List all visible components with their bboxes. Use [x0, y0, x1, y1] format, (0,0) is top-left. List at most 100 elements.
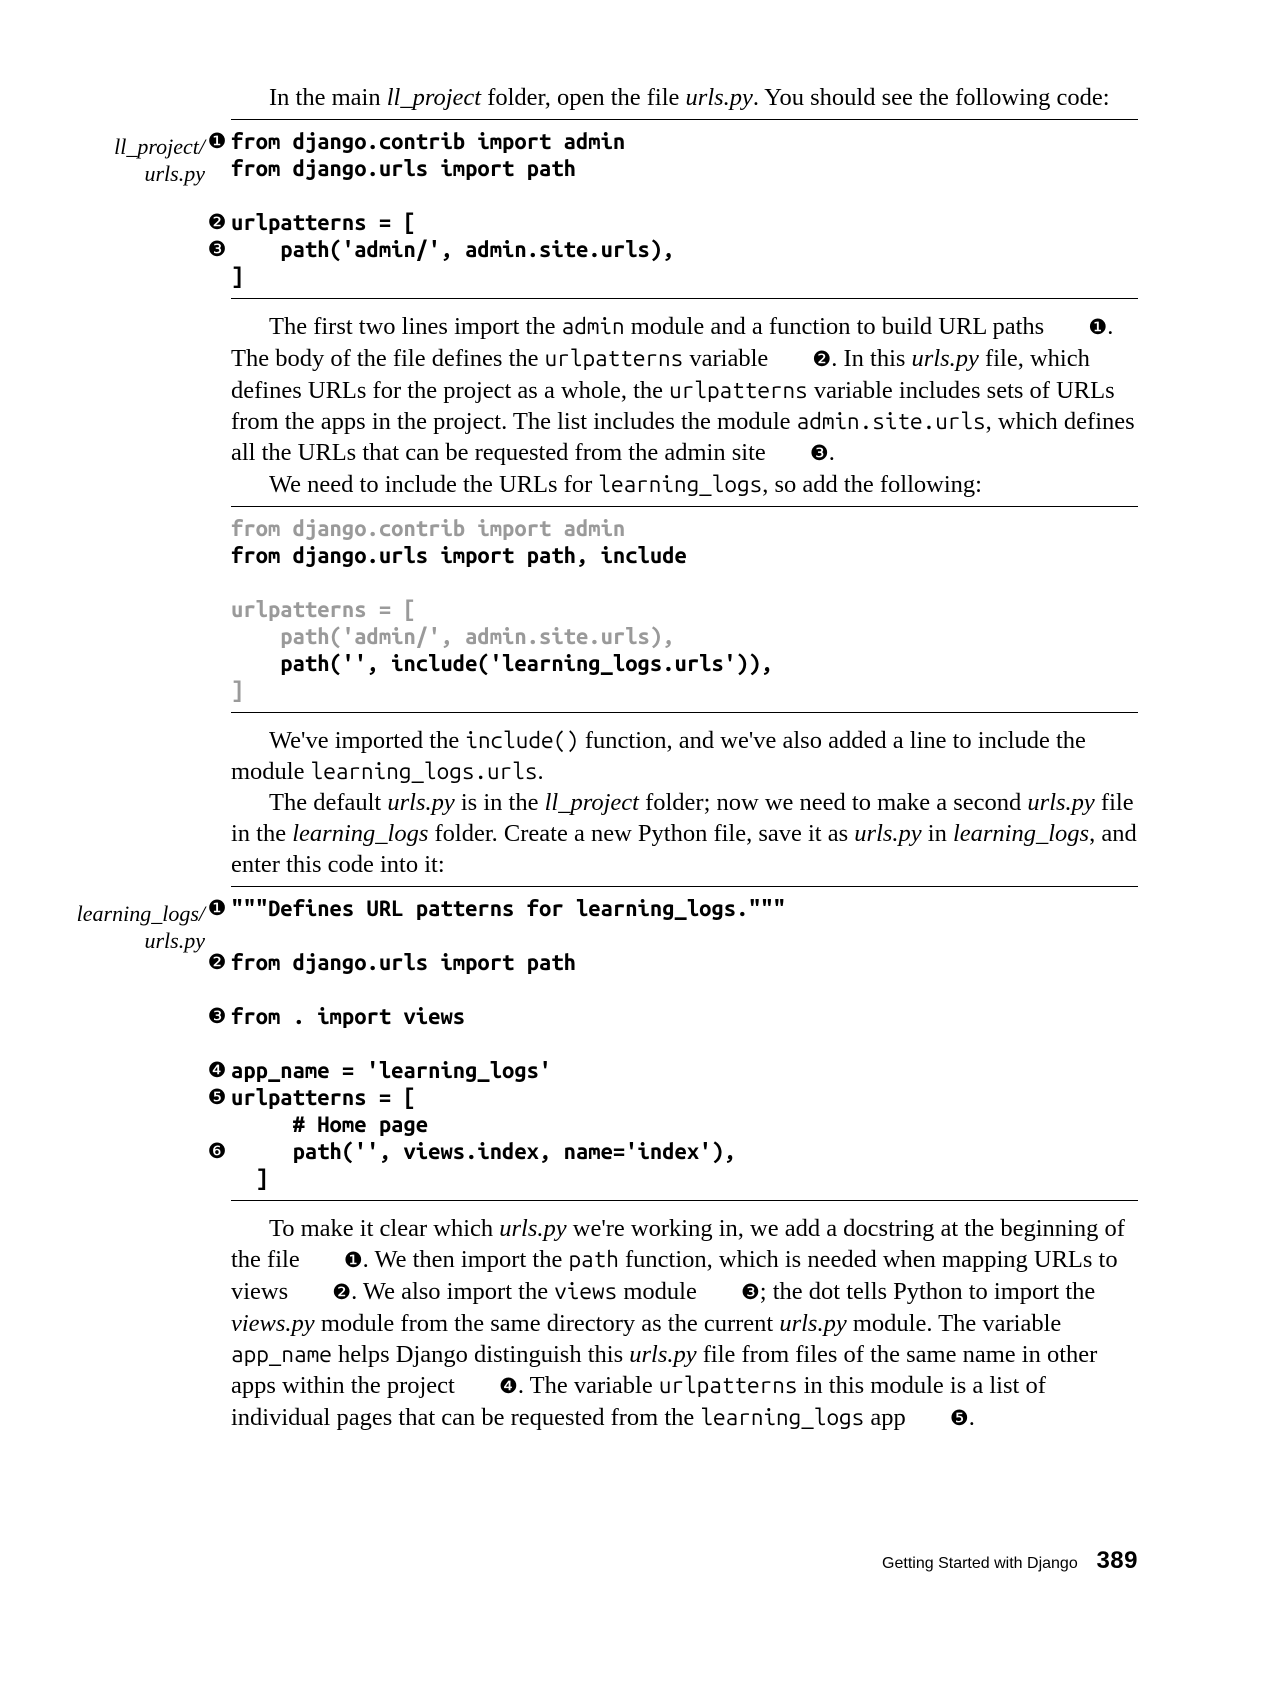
code-line: from django.urls import path, include [231, 542, 1138, 569]
code-line: ❹app_name = 'learning_logs' [231, 1057, 1138, 1084]
filename-ref: urls.py [912, 345, 979, 372]
callout-3-icon: ❸ [703, 1277, 760, 1308]
filename-ref: ll_project [387, 84, 481, 111]
text: . We then import the [363, 1246, 569, 1273]
text: In the main [269, 84, 387, 111]
paragraph-4-5: We've imported the include() function, a… [231, 725, 1138, 880]
code-line: path('admin/', admin.site.urls), [231, 623, 1138, 650]
callout-3-icon: ❸ [206, 1003, 228, 1030]
code-ref: app_name [231, 1342, 332, 1367]
code-ref: views [554, 1279, 617, 1304]
code-ref: urlpatterns [669, 378, 808, 403]
code-line: from django.contrib import admin [231, 515, 1138, 542]
code-line: path('', include('learning_logs.urls')), [231, 650, 1138, 677]
margin-label-2: learning_logs/ urls.py [0, 900, 205, 954]
code-line: ] [231, 1165, 1138, 1192]
page-footer: Getting Started with Django 389 [882, 1547, 1138, 1575]
text: . In this [831, 345, 911, 372]
code-line: ❶from django.contrib import admin [231, 128, 1138, 155]
callout-4-icon: ❹ [461, 1371, 518, 1402]
page-number: 389 [1096, 1547, 1138, 1574]
code-ref: path [568, 1247, 618, 1272]
code-line: # Home page [231, 1111, 1138, 1138]
code-ref: learning_logs.urls [311, 759, 538, 784]
filename-ref: learning_logs [953, 820, 1089, 847]
callout-2-icon: ❷ [206, 209, 228, 236]
code-block-1: ❶from django.contrib import admin from d… [231, 119, 1138, 299]
filename-ref: urls.py [779, 1310, 846, 1337]
text: in [922, 820, 953, 847]
intro-paragraph: In the main ll_project folder, open the … [231, 82, 1138, 113]
text: . [969, 1404, 975, 1431]
text: . The variable [518, 1372, 659, 1399]
callout-6-icon: ❻ [206, 1138, 228, 1165]
chapter-title: Getting Started with Django [882, 1555, 1078, 1572]
code-line: ] [231, 677, 1138, 704]
paragraph-2: The first two lines import the admin mod… [231, 311, 1138, 500]
code-ref: admin.site.urls [797, 409, 986, 434]
code-line: ❷urlpatterns = [ [231, 209, 1138, 236]
code-ref: learning_logs [700, 1405, 864, 1430]
code-ref: admin [562, 314, 625, 339]
text: module. The variable [847, 1310, 1062, 1337]
text: helps Django distinguish this [332, 1341, 629, 1368]
callout-2-icon: ❷ [206, 949, 228, 976]
text: The first two lines import the [269, 313, 562, 340]
text: folder. Create a new Python file, save i… [428, 820, 854, 847]
text: The default [269, 789, 387, 816]
text: . You should see the following code: [753, 84, 1110, 111]
filename-ref: urls.py [1027, 789, 1094, 816]
text: is in the [455, 789, 545, 816]
text: ; the dot tells Python to import the [760, 1278, 1096, 1305]
filename-ref: learning_logs [292, 820, 428, 847]
text: . We also import the [351, 1278, 554, 1305]
callout-1-icon: ❶ [206, 895, 228, 922]
code-line: ❷from django.urls import path [231, 949, 1138, 976]
text: module [617, 1278, 703, 1305]
text: We need to include the URLs for [269, 471, 598, 498]
filename-ref: urls.py [686, 84, 753, 111]
callout-5-icon: ❺ [206, 1084, 228, 1111]
callout-1-icon: ❶ [1050, 312, 1107, 343]
callout-2-icon: ❷ [774, 344, 831, 375]
text: We've imported the [269, 727, 465, 754]
page: In the main ll_project folder, open the … [0, 0, 1280, 1691]
filename-ref: urls.py [854, 820, 921, 847]
callout-4-icon: ❹ [206, 1057, 228, 1084]
callout-3-icon: ❸ [206, 236, 228, 263]
code-ref: include() [465, 728, 578, 753]
code-block-2: from django.contrib import admin from dj… [231, 506, 1138, 713]
text: . [537, 758, 543, 785]
code-block-3: ❶"""Defines URL patterns for learning_lo… [231, 886, 1138, 1201]
code-line: ❸from . import views [231, 1003, 1138, 1030]
margin-label-file: urls.py [0, 927, 205, 954]
callout-3-icon: ❸ [772, 438, 829, 469]
filename-ref: urls.py [499, 1215, 566, 1242]
code-line: ] [231, 263, 1138, 290]
filename-ref: views.py [231, 1310, 315, 1337]
margin-label-file: urls.py [0, 160, 205, 187]
text: . [829, 439, 835, 466]
code-ref: urlpatterns [659, 1373, 798, 1398]
margin-label-folder: learning_logs/ [0, 900, 205, 927]
text: app [864, 1404, 912, 1431]
code-line: ❸ path('admin/', admin.site.urls), [231, 236, 1138, 263]
code-line: from django.urls import path [231, 155, 1138, 182]
text: , so add the following: [762, 471, 982, 498]
callout-5-icon: ❺ [912, 1403, 969, 1434]
margin-label-1: ll_project/ urls.py [0, 133, 205, 187]
text: To make it clear which [269, 1215, 499, 1242]
code-line: ❻ path('', views.index, name='index'), [231, 1138, 1138, 1165]
code-line: ❺urlpatterns = [ [231, 1084, 1138, 1111]
text: variable [683, 345, 774, 372]
code-ref: learning_logs [598, 472, 762, 497]
filename-ref: ll_project [545, 789, 639, 816]
filename-ref: urls.py [387, 789, 454, 816]
text: folder; now we need to make a second [639, 789, 1027, 816]
callout-1-icon: ❶ [306, 1245, 363, 1276]
code-line: ❶"""Defines URL patterns for learning_lo… [231, 895, 1138, 922]
paragraph-6: To make it clear which urls.py we're wor… [231, 1213, 1138, 1434]
margin-label-folder: ll_project/ [0, 133, 205, 160]
code-ref: urlpatterns [545, 346, 684, 371]
text: folder, open the file [481, 84, 685, 111]
